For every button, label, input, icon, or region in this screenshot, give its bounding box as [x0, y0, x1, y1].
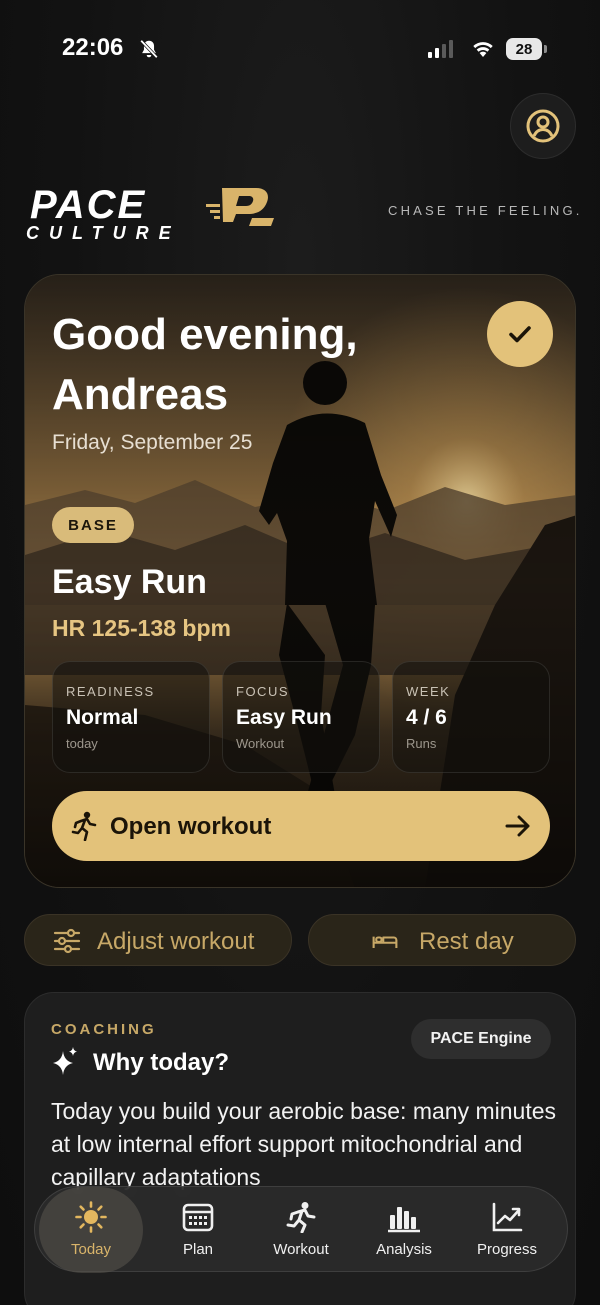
today-screen: 22:06 28 PACE CULTURE CHASE THE FEELING.… [0, 0, 600, 1305]
svg-text:CULTURE: CULTURE [26, 223, 181, 243]
tab-label: Plan [182, 1241, 214, 1258]
sun-icon [75, 1201, 107, 1233]
stat-value: Normal [66, 706, 139, 729]
svg-text:PACE: PACE [30, 184, 146, 227]
stat-focus: FOCUS Easy Run Workout [222, 661, 380, 773]
stat-readiness: READINESS Normal today [52, 661, 210, 773]
tab-progress[interactable]: Progress [455, 1187, 559, 1273]
tab-label: Workout [273, 1241, 329, 1258]
calendar-icon [182, 1203, 214, 1232]
brand-tagline: CHASE THE FEELING. [388, 203, 583, 218]
tab-analysis[interactable]: Analysis [352, 1187, 456, 1273]
heart-rate-zone: HR 125-138 bpm [52, 615, 231, 641]
status-time: 22:06 [62, 34, 124, 61]
rest-day-button[interactable]: Rest day [308, 914, 576, 966]
open-workout-button[interactable]: Open workout [52, 791, 550, 861]
greeting-heading: Good evening, Andreas [52, 310, 358, 419]
pace-culture-logo: PACE CULTURE [26, 183, 286, 244]
coaching-title: Why today? [93, 1049, 229, 1076]
rest-day-label: Rest day [419, 928, 514, 955]
coaching-body: Today you build your aerobic base: many … [51, 1098, 557, 1190]
phase-badge: BASE [52, 507, 134, 543]
tab-label: Today [70, 1241, 112, 1258]
sparkle-icon [53, 1047, 77, 1075]
sliders-icon [53, 928, 81, 954]
coaching-label: COACHING [51, 1021, 157, 1038]
stat-week: WEEK 4 / 6 Runs [392, 661, 550, 773]
current-date: Friday, September 25 [52, 431, 253, 454]
workout-title: Easy Run [52, 563, 207, 601]
tab-plan[interactable]: Plan [146, 1187, 250, 1273]
mark-done-button[interactable] [487, 301, 553, 367]
tab-label: Progress [476, 1241, 538, 1258]
bed-icon [372, 936, 398, 948]
stat-sub: Workout [236, 736, 285, 751]
open-workout-label: Open workout [110, 813, 272, 840]
checkmark-icon [509, 326, 531, 343]
stat-label: WEEK [406, 684, 451, 699]
today-workout-card: Good evening, Andreas Friday, September … [24, 274, 576, 888]
bell-off-icon [140, 39, 158, 59]
runner-icon [286, 1202, 316, 1233]
profile-button[interactable] [510, 93, 576, 159]
adjust-workout-button[interactable]: Adjust workout [24, 914, 292, 966]
stat-value: Easy Run [236, 706, 332, 729]
stat-label: READINESS [66, 684, 155, 699]
arrow-right-icon [505, 815, 530, 837]
stat-sub: Runs [406, 736, 437, 751]
trend-chart-icon [492, 1202, 523, 1232]
user-icon [526, 109, 560, 143]
stat-label: FOCUS [236, 684, 289, 699]
adjust-workout-label: Adjust workout [97, 928, 255, 955]
runner-icon [71, 811, 97, 841]
cell-signal-icon [428, 40, 453, 58]
wifi-icon [473, 42, 493, 57]
pace-engine-badge: PACE Engine [411, 1019, 551, 1059]
battery-indicator: 28 [506, 38, 547, 60]
tab-label: Analysis [376, 1241, 432, 1258]
tab-today[interactable]: Today [39, 1187, 143, 1273]
tab-workout[interactable]: Workout [249, 1187, 353, 1273]
bottom-tab-bar: Today Plan Workout Analysis Progress [34, 1186, 568, 1273]
stat-value: 4 / 6 [406, 706, 447, 729]
stat-sub: today [66, 736, 98, 751]
status-bar: 22:06 28 [0, 30, 600, 70]
bar-chart-icon [388, 1207, 420, 1233]
